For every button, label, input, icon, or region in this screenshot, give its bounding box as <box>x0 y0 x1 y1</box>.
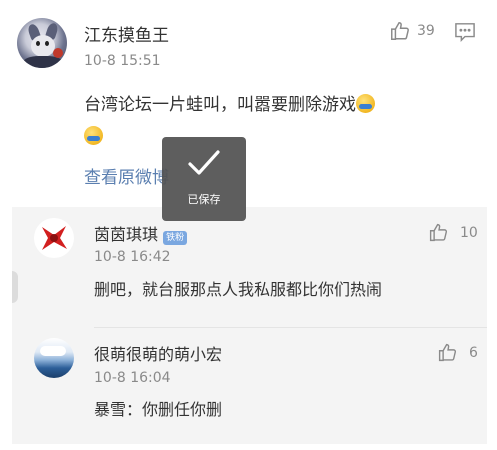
post-time: 10-8 15:51 <box>84 53 161 69</box>
like-count: 39 <box>417 23 435 39</box>
commenter-avatar[interactable] <box>34 218 74 258</box>
like-icon[interactable] <box>428 222 449 243</box>
checkmark-icon <box>186 147 222 183</box>
crying-emoji-icon <box>84 126 103 145</box>
comment-time: 10-8 16:42 <box>94 249 171 265</box>
side-handle[interactable] <box>12 271 18 303</box>
fan-badge: 铁粉 <box>163 231 188 245</box>
like-icon[interactable] <box>437 342 458 363</box>
saved-toast: 已保存 <box>162 137 246 221</box>
comment-like-count: 10 <box>460 225 478 241</box>
like-icon[interactable] <box>389 20 411 42</box>
post-content: 台湾论坛一片蛙叫，叫嚣要删除游戏 <box>84 89 474 153</box>
divider <box>94 327 487 328</box>
comment-time: 10-8 16:04 <box>94 370 171 386</box>
view-original-link[interactable]: 查看原微博 <box>84 163 169 188</box>
comment-like-count: 6 <box>469 345 478 361</box>
toast-label: 已保存 <box>187 193 221 206</box>
comment-list <box>12 207 487 444</box>
comment-icon[interactable] <box>454 22 476 42</box>
author-avatar[interactable] <box>17 18 67 68</box>
commenter-avatar[interactable] <box>34 338 74 378</box>
comment-text: 暴雪：你删任你删 <box>94 400 223 419</box>
author-name[interactable]: 江东摸鱼王 <box>84 21 169 46</box>
comment-text: 删吧，就台服那点人我私服都比你们热闹 <box>94 280 383 299</box>
commenter-name[interactable]: 很萌很萌的萌小宏 <box>94 341 222 365</box>
commenter-name[interactable]: 茵茵琪琪 铁粉 <box>94 221 188 245</box>
crying-emoji-icon <box>356 94 375 113</box>
post-text: 台湾论坛一片蛙叫，叫嚣要删除游戏 <box>84 95 356 115</box>
